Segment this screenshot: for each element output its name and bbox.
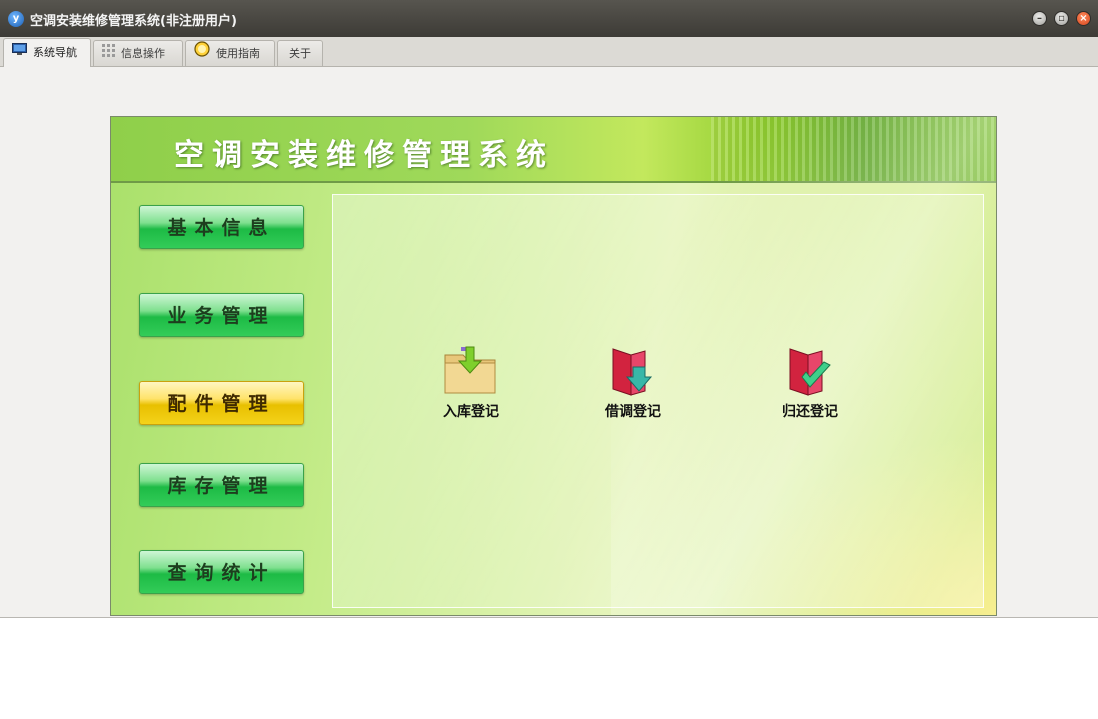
nav-query-stats[interactable]: 查询统计	[139, 550, 304, 594]
tab-label: 使用指南	[216, 47, 260, 60]
app-icon: y	[8, 11, 24, 27]
func-label: 入库登记	[443, 404, 499, 420]
tab-label: 关于	[289, 47, 311, 60]
window-title: 空调安装维修管理系统(非注册用户)	[30, 14, 237, 29]
tab-bar: 系统导航 信息操作 使用指南 关于	[0, 37, 1098, 67]
main-panel: 空调安装维修管理系统 基本信息 业务管理 配件管理 库存管理 查询统计 入库登记	[110, 116, 997, 616]
nav-inventory-mgmt[interactable]: 库存管理	[139, 463, 304, 507]
nav-business-mgmt[interactable]: 业务管理	[139, 293, 304, 337]
nav-basic-info[interactable]: 基本信息	[139, 205, 304, 249]
maximize-button[interactable]: ▫	[1054, 11, 1069, 26]
folder-download-icon	[441, 345, 501, 397]
close-icon: ×	[1079, 13, 1088, 24]
banner-decoration	[711, 117, 996, 181]
tab-label: 系统导航	[33, 46, 77, 59]
tab-label: 信息操作	[121, 47, 165, 60]
func-label: 归还登记	[782, 404, 838, 420]
maximize-icon: ▫	[1058, 13, 1065, 24]
grid-icon	[102, 41, 115, 66]
tab-user-guide[interactable]: 使用指南	[185, 40, 275, 66]
nav-parts-mgmt[interactable]: 配件管理	[139, 381, 304, 425]
minimize-button[interactable]: –	[1032, 11, 1047, 26]
guide-circle-icon	[194, 40, 210, 66]
system-title: 空调安装维修管理系统	[174, 138, 554, 173]
title-bar[interactable]: y 空调安装维修管理系统(非注册用户) – ▫ ×	[0, 0, 1098, 37]
banner: 空调安装维修管理系统	[111, 117, 996, 183]
tab-about[interactable]: 关于	[277, 40, 323, 66]
book-check-icon	[780, 345, 840, 397]
monitor-icon	[12, 38, 27, 66]
book-arrow-down-icon	[603, 345, 663, 397]
app-window: y 空调安装维修管理系统(非注册用户) – ▫ × 系统导航 信息操作 使用指南…	[0, 0, 1098, 618]
func-label: 借调登记	[605, 404, 661, 420]
content-area: 入库登记 借调登记 归还登记	[332, 194, 984, 608]
tab-info-ops[interactable]: 信息操作	[93, 40, 183, 66]
close-button[interactable]: ×	[1076, 11, 1091, 26]
func-return[interactable]: 归还登记	[760, 345, 860, 421]
minimize-icon: –	[1037, 13, 1042, 24]
tab-system-nav[interactable]: 系统导航	[3, 38, 91, 67]
func-loan[interactable]: 借调登记	[583, 345, 683, 421]
func-stock-in[interactable]: 入库登记	[421, 345, 521, 421]
